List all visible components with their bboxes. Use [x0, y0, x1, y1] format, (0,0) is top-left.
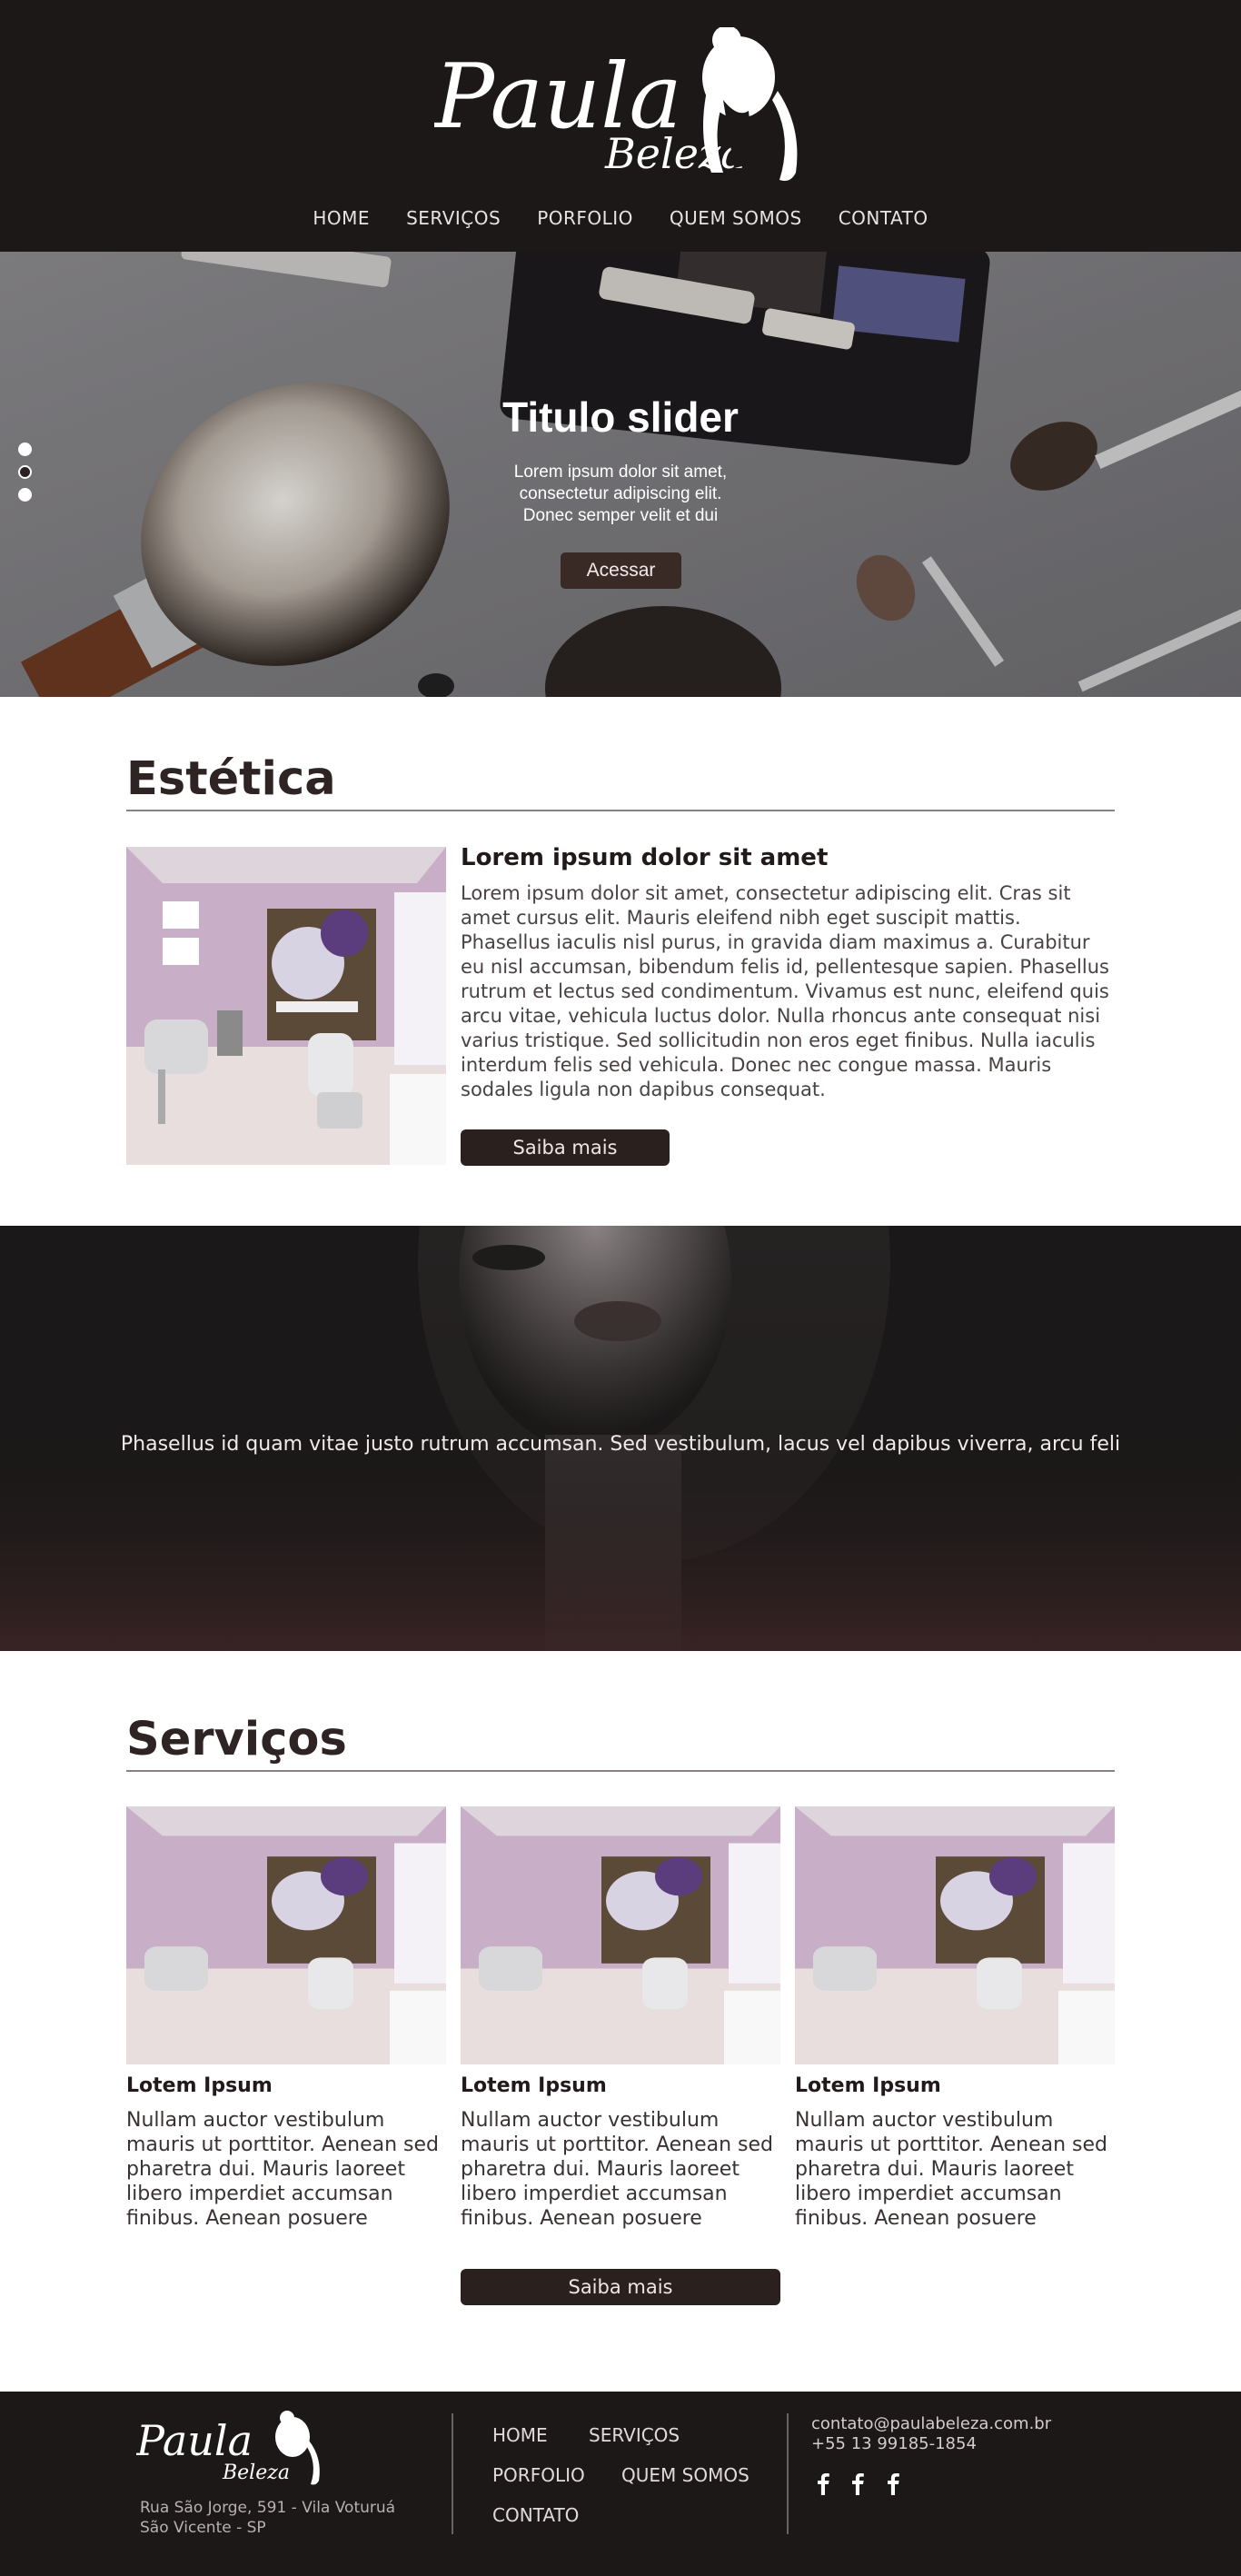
brand-logo[interactable]: Paula Beleza [434, 27, 807, 186]
salon-room-image[interactable] [126, 847, 446, 1165]
footer-phone[interactable]: +55 13 99185-1854 [811, 2434, 977, 2453]
woman-silhouette-icon [702, 27, 798, 181]
slider-dot-1[interactable] [18, 443, 32, 456]
footer-link-porfolio[interactable]: PORFOLIO [492, 2464, 585, 2486]
service-card-title: Lotem Ipsum [461, 2074, 607, 2097]
footer-link-home[interactable]: HOME [492, 2424, 548, 2446]
slider-text-line: Donec semper velit et dui [522, 506, 719, 525]
footer-divider [452, 2413, 453, 2534]
slider-cta-button[interactable]: Acessar [561, 552, 681, 589]
slider-text-line: consectetur adipiscing elit. [519, 484, 722, 503]
nav-quem-somos[interactable]: QUEM SOMOS [670, 207, 802, 229]
service-card-text: Nullam auctor vestibulum mauris ut portt… [126, 2109, 440, 2230]
footer-logo-primary: Paula [136, 2416, 253, 2465]
footer-address-line: São Vicente - SP [140, 2519, 266, 2537]
slider-dot-2[interactable] [18, 465, 32, 479]
page: Paula Beleza HOME SERVIÇOS PORFOLIO QUEM… [0, 0, 1241, 2576]
service-card-title: Lotem Ipsum [126, 2074, 273, 2097]
section-divider [126, 1770, 1115, 1772]
footer-divider [787, 2413, 789, 2534]
service-card-image[interactable] [126, 1806, 446, 2064]
facebook-icon[interactable] [881, 2472, 905, 2495]
footer-link-contato[interactable]: CONTATO [492, 2504, 579, 2526]
nav-home[interactable]: HOME [313, 207, 370, 229]
service-card-text: Nullam auctor vestibulum mauris ut portt… [795, 2109, 1108, 2230]
slider-dot-3[interactable] [18, 488, 32, 502]
facebook-icon[interactable] [811, 2472, 835, 2495]
slider-text: Lorem ipsum dolor sit amet, consectetur … [484, 462, 757, 527]
servicos-saiba-mais-button[interactable]: Saiba mais [461, 2269, 780, 2305]
slider-title: Titulo slider [502, 393, 739, 441]
footer-email[interactable]: contato@paulabeleza.com.br [811, 2414, 1051, 2433]
section-divider [126, 810, 1115, 811]
servicos-title: Serviços [126, 1713, 347, 1766]
estetica-heading: Lorem ipsum dolor sit amet [461, 844, 829, 871]
service-card-title: Lotem Ipsum [795, 2074, 941, 2097]
footer-address: Rua São Jorge, 591 - Vila Voturuá São Vi… [140, 2498, 431, 2538]
estetica-title: Estética [126, 752, 336, 806]
site-header: Paula Beleza HOME SERVIÇOS PORFOLIO QUEM… [0, 0, 1241, 252]
estetica-saiba-mais-button[interactable]: Saiba mais [461, 1129, 670, 1166]
footer-logo-secondary: Beleza [222, 2462, 290, 2484]
footer-link-quem-somos[interactable]: QUEM SOMOS [621, 2464, 750, 2486]
service-card-image[interactable] [461, 1806, 780, 2064]
quote-text: Phasellus id quam vitae justo rutrum acc… [120, 1433, 1121, 1456]
estetica-body: Lorem ipsum dolor sit amet, consectetur … [461, 882, 1109, 1100]
footer-address-line: Rua São Jorge, 591 - Vila Voturuá [140, 2499, 396, 2517]
facebook-icon[interactable] [846, 2472, 869, 2495]
footer-brand-logo[interactable]: Paula Beleza [136, 2408, 327, 2490]
nav-contato[interactable]: CONTATO [839, 207, 928, 229]
service-card-text: Nullam auctor vestibulum mauris ut portt… [461, 2109, 774, 2230]
logo-wordmark-secondary: Beleza [604, 129, 746, 178]
footer-link-servicos[interactable]: SERVIÇOS [589, 2424, 680, 2446]
main-nav: HOME SERVIÇOS PORFOLIO QUEM SOMOS CONTAT… [0, 207, 1241, 229]
nav-servicos[interactable]: SERVIÇOS [406, 207, 501, 229]
slider-text-line: Lorem ipsum dolor sit amet, [513, 462, 728, 482]
nav-porfolio[interactable]: PORFOLIO [537, 207, 633, 229]
service-card-image[interactable] [795, 1806, 1115, 2064]
